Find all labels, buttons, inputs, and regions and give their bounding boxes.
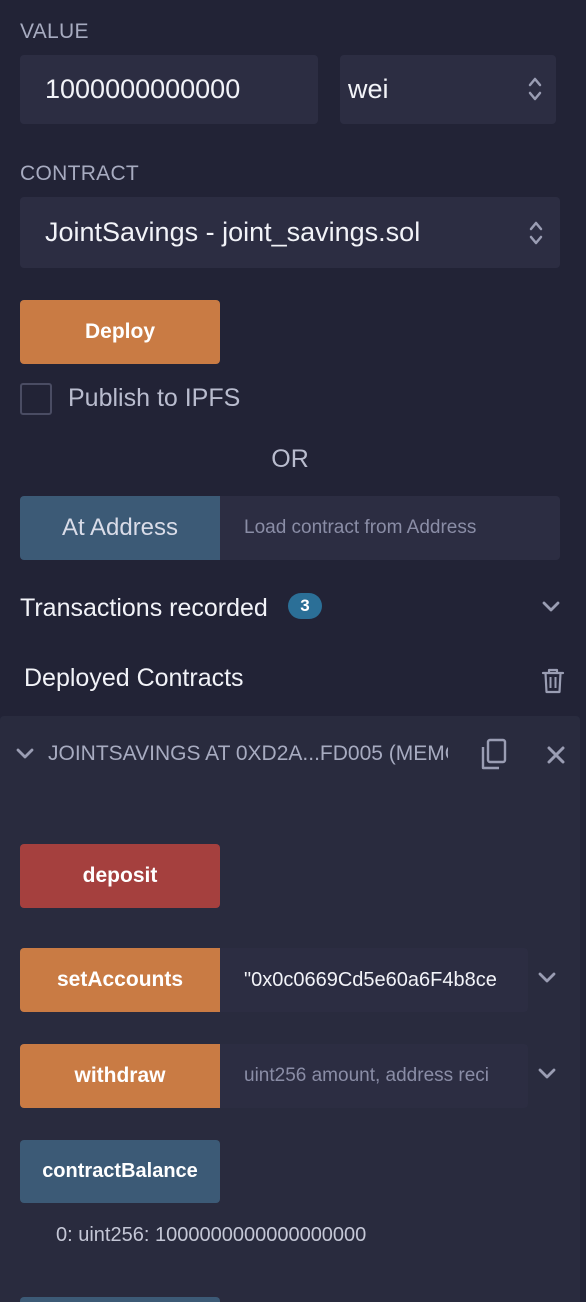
contract-selected: JointSavings - joint_savings.sol — [45, 217, 421, 247]
instance-title[interactable]: JOINTSAVINGS AT 0XD2A...FD005 (MEMORY) — [48, 742, 448, 766]
next-function-button-partial[interactable] — [20, 1297, 220, 1302]
at-address-placeholder: Load contract from Address — [244, 517, 477, 538]
contract-select[interactable]: JointSavings - joint_savings.sol — [20, 197, 560, 268]
deposit-button[interactable]: deposit — [20, 844, 220, 908]
withdraw-placeholder: uint256 amount, address reci — [244, 1065, 490, 1086]
withdraw-input[interactable]: uint256 amount, address reci — [220, 1044, 528, 1108]
copy-icon[interactable] — [479, 738, 509, 772]
value-label: VALUE — [20, 20, 89, 43]
value-amount: 1000000000000 — [45, 74, 241, 104]
unit-value: wei — [348, 74, 389, 104]
transactions-count-badge: 3 — [288, 593, 322, 619]
set-accounts-input[interactable]: "0x0c0669Cd5e60a6F4b8ce — [220, 948, 528, 1012]
contract-label: CONTRACT — [20, 162, 140, 185]
at-address-input[interactable]: Load contract from Address — [220, 496, 560, 560]
close-icon[interactable] — [546, 745, 566, 765]
unit-select[interactable]: wei — [340, 55, 556, 124]
deploy-button[interactable]: Deploy — [20, 300, 220, 364]
set-accounts-value: "0x0c0669Cd5e60a6F4b8ce — [244, 968, 497, 991]
or-divider: OR — [271, 445, 309, 473]
deployed-contracts-label: Deployed Contracts — [24, 664, 244, 692]
chevron-down-icon[interactable] — [16, 748, 34, 760]
contract-balance-button[interactable]: contractBalance — [20, 1140, 220, 1203]
contract-balance-output: 0: uint256: 1000000000000000000 — [56, 1224, 367, 1246]
withdraw-button[interactable]: withdraw — [20, 1044, 220, 1108]
select-arrows-icon — [528, 77, 542, 101]
value-input[interactable]: 1000000000000 — [20, 55, 318, 124]
publish-ipfs-checkbox[interactable] — [20, 383, 52, 415]
select-arrows-icon — [529, 221, 543, 245]
chevron-down-icon[interactable] — [542, 601, 560, 613]
publish-ipfs-label: Publish to IPFS — [68, 384, 241, 412]
chevron-down-icon[interactable] — [538, 972, 556, 984]
set-accounts-button[interactable]: setAccounts — [20, 948, 220, 1012]
at-address-button[interactable]: At Address — [20, 496, 220, 560]
trash-icon[interactable] — [541, 667, 565, 695]
chevron-down-icon[interactable] — [538, 1068, 556, 1080]
transactions-recorded-label[interactable]: Transactions recorded — [20, 594, 268, 623]
